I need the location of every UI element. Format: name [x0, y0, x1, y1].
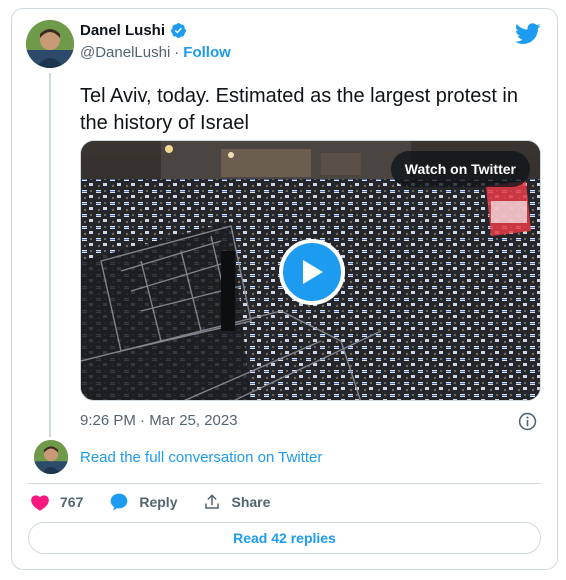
reply-button[interactable]: Reply	[109, 492, 177, 512]
author-display-name[interactable]: Danel Lushi	[80, 22, 165, 39]
share-label: Share	[231, 494, 271, 510]
actions-divider	[28, 483, 541, 484]
reply-label: Reply	[139, 494, 178, 510]
author-avatar[interactable]	[26, 20, 74, 68]
tweet-video[interactable]: Watch on Twitter	[80, 140, 541, 401]
heart-icon	[31, 495, 49, 511]
reply-bubble-icon	[111, 493, 128, 511]
tweet-timestamp[interactable]: 9:26 PM · Mar 25, 2023	[80, 412, 238, 429]
watch-on-twitter-button[interactable]: Watch on Twitter	[390, 151, 530, 187]
verified-badge-icon	[171, 23, 186, 38]
avatar-photo-small	[34, 440, 68, 474]
play-icon	[303, 260, 323, 284]
conversation-avatar[interactable]	[34, 440, 68, 474]
play-button[interactable]	[279, 239, 345, 305]
author-handle-row: @DanelLushi · Follow	[80, 44, 231, 61]
avatar-photo	[26, 20, 74, 68]
share-button[interactable]: Share	[203, 492, 270, 512]
author-name-row: Danel Lushi	[80, 22, 187, 39]
like-count: 767	[60, 494, 84, 510]
thread-connector-line	[49, 73, 51, 437]
follow-button[interactable]: Follow	[183, 44, 231, 61]
info-icon[interactable]	[518, 412, 537, 431]
like-button[interactable]: 767	[30, 493, 83, 511]
read-replies-button[interactable]: Read 42 replies	[28, 522, 541, 554]
share-icon	[205, 494, 220, 509]
read-full-conversation-link[interactable]: Read the full conversation on Twitter	[80, 449, 322, 466]
handle-separator: ·	[174, 44, 180, 61]
tweet-actions: 767 Reply Share	[30, 491, 296, 513]
author-handle[interactable]: @DanelLushi	[80, 44, 170, 61]
tweet-text: Tel Aviv, today. Estimated as the larges…	[80, 85, 518, 134]
tweet-embed-card: Danel Lushi @DanelLushi · Follow Tel Avi…	[11, 8, 558, 570]
twitter-bird-icon[interactable]	[515, 23, 541, 45]
